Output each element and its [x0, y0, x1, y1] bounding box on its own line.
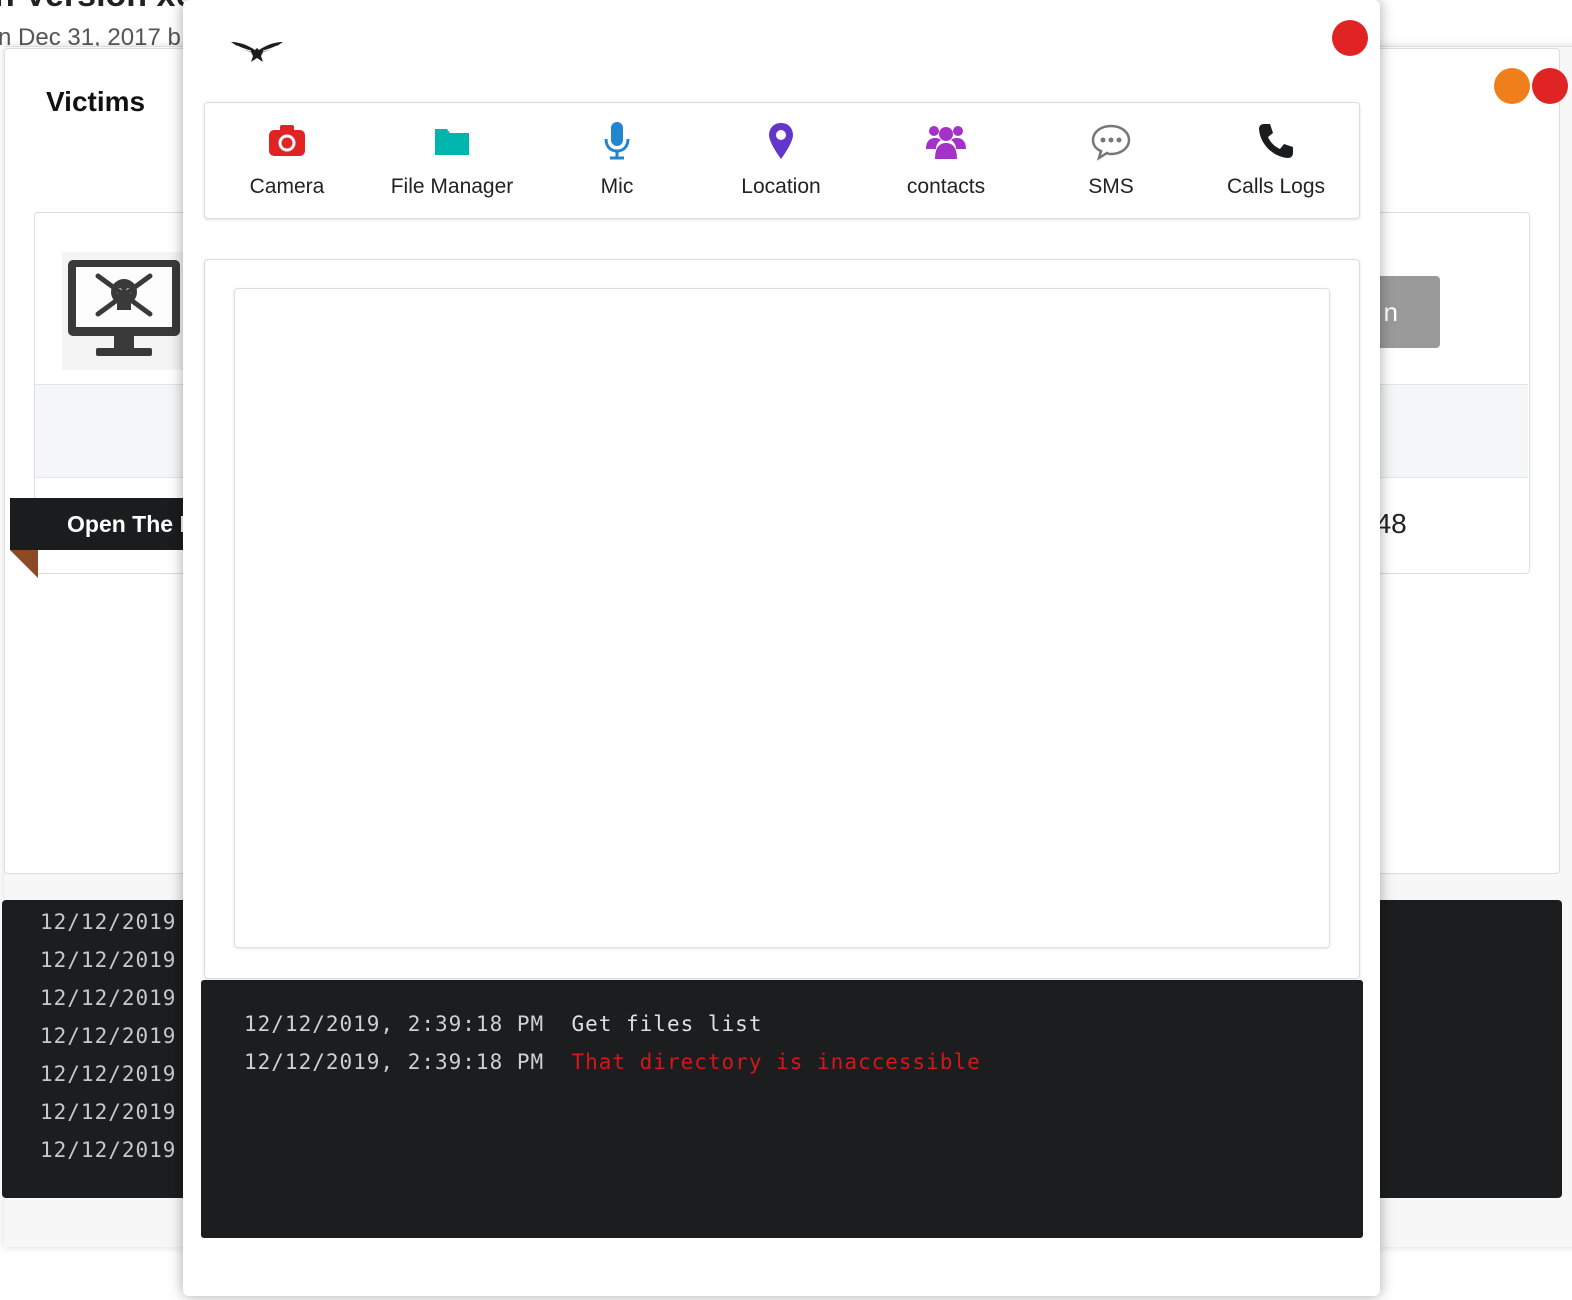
menu-item-mic[interactable]: Mic: [535, 103, 699, 218]
background-log-line: 12/12/2019: [40, 1024, 177, 1048]
victims-title: Victims: [46, 86, 146, 117]
victim-control-window: Camera File Manager Mic Location contact…: [183, 0, 1380, 1296]
menu-item-contacts[interactable]: contacts: [864, 103, 1028, 218]
menu-item-camera[interactable]: Camera: [205, 103, 369, 218]
log-message: Get files list: [571, 1012, 763, 1036]
camera-icon: [269, 125, 305, 156]
background-log-line: 12/12/2019: [40, 1138, 177, 1162]
log-error-message: That directory is inaccessible: [571, 1050, 981, 1074]
microphone-icon: [604, 122, 630, 160]
background-log-line: 12/12/2019: [40, 1100, 177, 1124]
ribbon-fold: [10, 550, 38, 578]
window-close-dot[interactable]: [1532, 68, 1568, 104]
phone-icon: [1259, 124, 1293, 158]
menu-item-label: SMS: [1088, 175, 1134, 198]
content-area: [234, 288, 1330, 948]
menu-item-label: Camera: [249, 175, 325, 198]
menu-item-label: Calls Logs: [1226, 175, 1326, 198]
menu-item-label: Mic: [600, 175, 634, 198]
background-log-line: 12/12/2019: [40, 986, 177, 1010]
background-title: n Version x0: [0, 0, 194, 15]
window-minimize-dot[interactable]: [1494, 68, 1530, 104]
menu-item-label: File Manager: [390, 175, 514, 198]
log-entry: 12/12/2019, 2:39:18 PM That directory is…: [244, 1050, 981, 1074]
background-log-line: 12/12/2019: [40, 1062, 177, 1086]
close-button[interactable]: [1332, 20, 1368, 56]
menu-item-sms[interactable]: SMS: [1029, 103, 1193, 218]
folder-icon: [435, 129, 469, 155]
log-timestamp: 12/12/2019, 2:39:18 PM: [244, 1050, 545, 1074]
menu-item-label: Location: [741, 175, 821, 198]
menu-item-calls-logs[interactable]: Calls Logs: [1194, 103, 1358, 218]
content-panel: [204, 259, 1360, 979]
users-icon: [926, 126, 966, 159]
feature-menu: Camera File Manager Mic Location contact…: [204, 102, 1360, 219]
background-log-line: 12/12/2019: [40, 948, 177, 972]
log-timestamp: 12/12/2019, 2:39:18 PM: [244, 1012, 545, 1036]
log-entry: 12/12/2019, 2:39:18 PM Get files list: [244, 1012, 762, 1036]
menu-item-location[interactable]: Location: [699, 103, 863, 218]
eagle-logo-icon: [231, 42, 283, 62]
map-marker-icon: [769, 123, 793, 159]
comment-icon: [1091, 124, 1131, 161]
log-console: 12/12/2019, 2:39:18 PM Get files list 12…: [201, 980, 1363, 1238]
hacked-monitor-icon: [62, 252, 186, 370]
background-log-line: 12/12/2019: [40, 910, 177, 934]
menu-item-file-manager[interactable]: File Manager: [370, 103, 534, 218]
menu-item-label: contacts: [906, 175, 986, 198]
